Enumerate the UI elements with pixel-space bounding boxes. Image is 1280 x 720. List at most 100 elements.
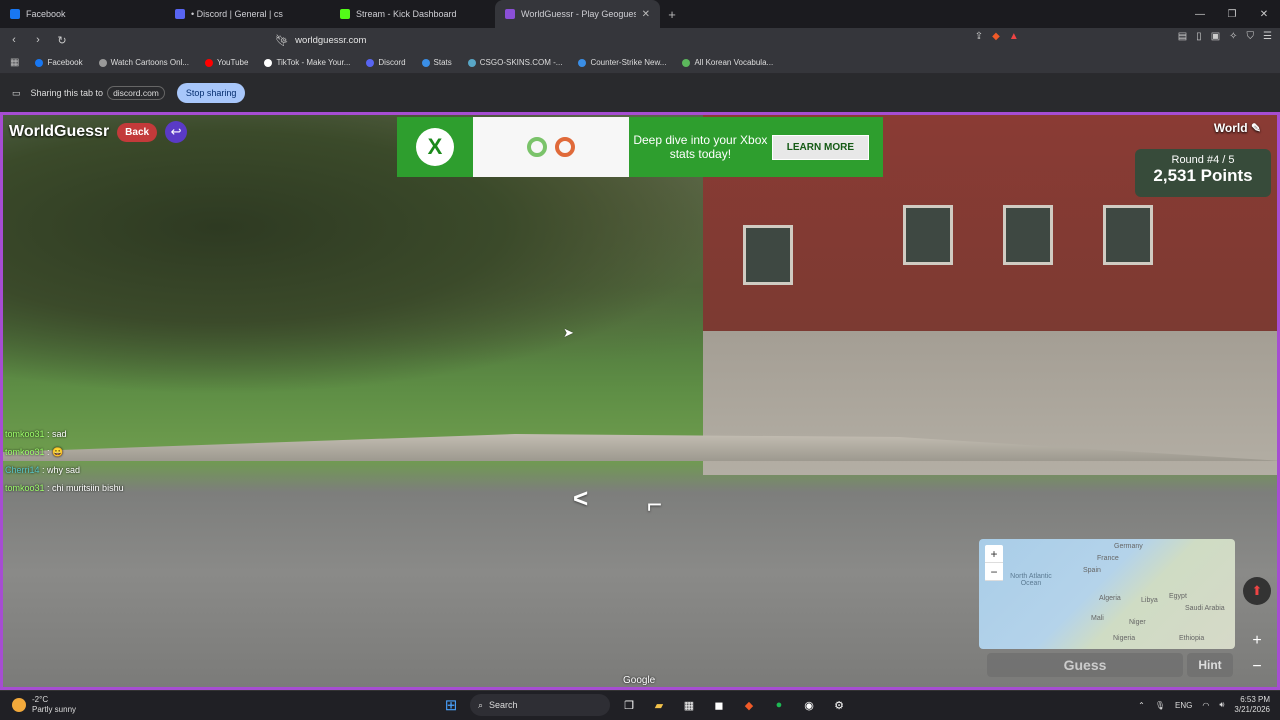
forward-arrow-icon[interactable]: › [28, 34, 48, 46]
minimize-icon[interactable]: — [1184, 0, 1216, 28]
taskbar-search[interactable]: ⌕ Search [470, 694, 610, 716]
bookmark-item[interactable]: YouTube [199, 58, 254, 67]
store-icon[interactable]: ▦ [678, 694, 700, 716]
system-tray: ⌃ 🎙︎ ENG ◠ 🔊︎ 6:53 PM 3/21/2026 [1138, 695, 1270, 715]
return-to-start-icon[interactable]: ↩ [165, 121, 188, 143]
microphone-icon[interactable]: 🎙︎ [1155, 701, 1165, 710]
tray-expand-icon[interactable]: ⌃ [1138, 701, 1145, 710]
bookmark-item[interactable]: Facebook [29, 58, 88, 67]
close-tab-icon[interactable]: ✕ [642, 9, 650, 20]
windows-taskbar: -2°C Partly sunny ⊞ ⌕ Search ❐ ▰ ▦ ◼ ◆ ● ◉… [0, 690, 1280, 720]
bookmark-label: YouTube [217, 58, 249, 67]
street-zoom-out-icon[interactable]: − [1247, 657, 1267, 677]
clock-time: 6:53 PM [1240, 695, 1270, 704]
tab-discord[interactable]: • Discord | General | cs [165, 0, 330, 28]
leo-icon[interactable]: ✧ [1229, 31, 1237, 42]
bookmark-favicon [578, 58, 587, 67]
stop-sharing-button[interactable]: Stop sharing [176, 83, 246, 103]
steam-icon[interactable]: ◉ [798, 694, 820, 716]
guess-button[interactable]: Guess [987, 653, 1183, 677]
guess-minimap[interactable]: + − Germany France Spain North Atlantic … [979, 539, 1235, 649]
bookmark-item[interactable]: Discord [360, 58, 411, 67]
weather-widget[interactable]: -2°C Partly sunny [12, 695, 76, 715]
wallet-icon[interactable]: ▣ [1211, 31, 1220, 42]
file-explorer-icon[interactable]: ▰ [648, 694, 670, 716]
bookmark-item[interactable]: Counter-Strike New... [572, 58, 672, 67]
windows-start-icon[interactable]: ⊞ [440, 694, 462, 716]
street-view-panorama[interactable]: WorldGuessr Back ↩ X Deep dive into your… [0, 112, 1280, 690]
sharing-text: Sharing this tab to [30, 88, 104, 98]
map-mode-label[interactable]: World ✎ [1214, 121, 1261, 135]
edit-pencil-icon[interactable]: ✎ [1251, 121, 1261, 135]
building-window [743, 225, 793, 285]
spotify-icon[interactable]: ● [768, 694, 790, 716]
volume-icon[interactable]: 🔊︎ [1219, 700, 1224, 710]
brave-browser-icon[interactable]: ◆ [738, 694, 760, 716]
new-tab-button[interactable]: + [660, 0, 684, 28]
task-view-icon[interactable]: ❐ [618, 694, 640, 716]
menu-icon[interactable]: ☰ [1263, 31, 1272, 42]
bookmark-item[interactable]: CSGO-SKINS.COM -... [462, 58, 569, 67]
zoom-in-icon[interactable]: + [985, 545, 1003, 563]
epic-games-icon[interactable]: ◼ [708, 694, 730, 716]
rewards-icon[interactable]: ▲ [1009, 31, 1019, 42]
chat-user: tomkoo31 [5, 447, 45, 457]
back-button[interactable]: Back [117, 122, 158, 142]
facebook-icon [10, 9, 20, 19]
xbox-ad-banner[interactable]: X Deep dive into your Xbox stats today! … [397, 117, 883, 177]
site-info-icon[interactable]: ⚙ [280, 36, 287, 45]
compass-icon[interactable]: ⬆ [1243, 577, 1271, 605]
share-target[interactable]: discord.com [107, 86, 165, 100]
language-indicator[interactable]: ENG [1175, 701, 1192, 710]
address-bar: ‹ › ↻ 🔖︎ ⚙ worldguessr.com ⇪ ◆ ▲ ▤ ▯ ▣ ✧… [0, 28, 1280, 52]
building-window [903, 205, 953, 265]
nav-arrow-left-icon[interactable]: < [573, 483, 588, 514]
sidebar-icon[interactable]: ▯ [1196, 31, 1202, 42]
learn-more-button[interactable]: LEARN MORE [771, 134, 869, 160]
tab-kick[interactable]: Stream - Kick Dashboard [330, 0, 495, 28]
tab-facebook[interactable]: Facebook [0, 0, 165, 28]
maximize-icon[interactable]: ❐ [1216, 0, 1248, 28]
chat-user: tomkoo31 [5, 483, 45, 493]
points-total: 2,531 Points [1153, 166, 1253, 185]
settings-gear-icon[interactable]: ⚙ [828, 694, 850, 716]
chat-message: Cherri14 : why sad [5, 461, 124, 479]
bookmark-label: CSGO-SKINS.COM -... [479, 58, 563, 67]
street-zoom-in-icon[interactable]: + [1247, 631, 1267, 651]
ad-preview-image [473, 117, 629, 177]
bookmark-favicon [98, 58, 107, 67]
map-label: Libya [1141, 597, 1158, 604]
reader-icon[interactable]: ▤ [1178, 31, 1187, 42]
wifi-icon[interactable]: ◠ [1202, 701, 1209, 710]
map-label: Nigeria [1113, 635, 1136, 642]
tab-worldguessr[interactable]: WorldGuessr - Play Geoguessr ✕ [495, 0, 660, 28]
bookmark-item[interactable]: TikTok - Make Your... [258, 58, 356, 67]
chat-text: : why sad [42, 465, 81, 475]
url-text: worldguessr.com [295, 34, 367, 46]
back-arrow-icon[interactable]: ‹ [4, 34, 24, 46]
clock[interactable]: 6:53 PM 3/21/2026 [1234, 695, 1270, 715]
share-icon[interactable]: ⇪ [975, 31, 983, 42]
reload-icon[interactable]: ↻ [52, 34, 72, 47]
url-field[interactable]: ⚙ worldguessr.com [280, 31, 1000, 49]
taskbar-apps: ⊞ ⌕ Search ❐ ▰ ▦ ◼ ◆ ● ◉ ⚙ [440, 694, 850, 716]
map-mode-text: World [1213, 121, 1248, 135]
round-info-box: Round #4 / 5 2,531 Points [1135, 149, 1271, 197]
bookmark-item[interactable]: Watch Cartoons Onl... [93, 58, 195, 67]
brave-shield-icon[interactable]: ◆ [992, 31, 1000, 42]
nav-arrow-forward-icon[interactable]: ⌐ [647, 489, 662, 520]
tab-label: • Discord | General | cs [191, 9, 283, 19]
minimap-zoom-controls: + − [985, 545, 1003, 581]
close-icon[interactable]: ✕ [1248, 0, 1280, 28]
apps-grid-icon[interactable]: ▦ [10, 57, 19, 68]
vpn-icon[interactable]: ⛉ [1247, 31, 1255, 42]
bookmark-item[interactable]: All Korean Vocabula... [676, 58, 779, 67]
bookmark-favicon [264, 58, 273, 67]
bookmark-item[interactable]: Stats [416, 58, 458, 67]
zoom-out-icon[interactable]: − [985, 563, 1003, 581]
hint-button[interactable]: Hint [1187, 653, 1233, 677]
map-label: Germany [1114, 543, 1143, 550]
chat-message: tomkoo31 : 😀 [5, 443, 124, 461]
bookmark-favicon [421, 58, 430, 67]
game-header: WorldGuessr Back ↩ [9, 121, 188, 143]
